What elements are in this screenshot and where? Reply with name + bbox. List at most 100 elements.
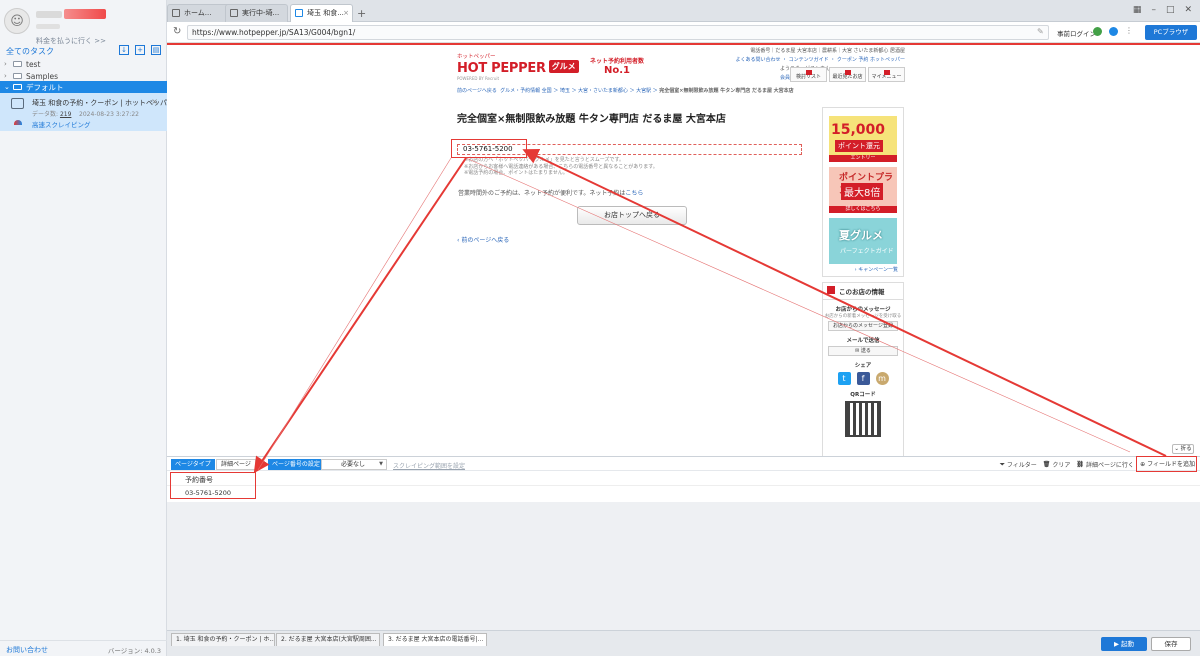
goto-detail-button[interactable]: ⛓ 詳細ページに行く <box>1076 460 1134 469</box>
table-cell[interactable]: 03-5761-5200 <box>185 489 231 497</box>
toolbar-actions: ⏷ フィルター 🗑 クリア ⛓ 詳細ページに行く <box>1000 460 1134 470</box>
page-title: 完全個室×無制限飲み放題 牛タン専門店 だるま屋 大宮本店 <box>457 114 726 125</box>
facebook-icon[interactable]: f <box>856 372 870 385</box>
step-tab-2[interactable]: 2. だるま屋 大宮本店(大宮駅周囲... <box>276 633 380 646</box>
new-task-icon[interactable]: + <box>135 45 145 55</box>
import-icon[interactable]: ↓ <box>119 45 129 55</box>
edit-icon[interactable]: ✎ <box>1037 27 1044 36</box>
status-dot-icon[interactable] <box>1109 27 1118 36</box>
task-meta: データ数: 219 2024-08-23 3:27:22 <box>32 109 139 118</box>
url-input[interactable]: https://www.hotpepper.jp/SA13/G004/bgn1/ <box>187 25 1049 40</box>
tab-home[interactable]: ホーム... <box>167 4 230 22</box>
tab-label: 埼玉 和食... <box>307 9 344 17</box>
scrape-range-link[interactable]: スクレイピング範囲を設定 <box>393 461 465 470</box>
tab-active[interactable]: 埼玉 和食... × <box>290 4 353 22</box>
shop-top-button[interactable]: お店トップへ戻る <box>577 206 687 225</box>
mixi-icon[interactable]: m <box>875 372 889 385</box>
ad-big: 夏グルメ <box>839 229 883 242</box>
qr-code <box>845 401 881 437</box>
ad-sub: 最大8倍 <box>841 183 884 200</box>
new-folder-icon[interactable]: ▤ <box>151 45 161 55</box>
tasks-header: 全てのタスク ↓ + ▤ <box>0 44 167 56</box>
nav-consider-list[interactable]: 検討リスト <box>790 67 827 82</box>
page-type-select[interactable]: 詳細ページ <box>216 459 256 470</box>
link-icon: ⛓ <box>1076 461 1084 468</box>
folder-icon <box>13 61 22 67</box>
campaign-link-label: キャンペーン一覧 <box>858 267 898 273</box>
clear-button[interactable]: 🗑 クリア <box>1043 460 1071 469</box>
reload-icon[interactable]: ↻ <box>173 26 181 37</box>
chevron-right-icon: › <box>4 72 7 80</box>
home-icon <box>172 9 180 17</box>
no1-badge: ネット予約利用者数 No.1 <box>590 56 644 76</box>
ad-banner-points[interactable]: 15,000 ポイント還元 エントリー <box>829 116 897 162</box>
mail-send-label: 送る <box>860 348 871 354</box>
net-reserve-link[interactable]: こちら <box>625 190 643 197</box>
ad-strip: 詳しくはこちら <box>829 206 897 213</box>
close-icon[interactable]: × <box>343 5 349 21</box>
nav-recent[interactable]: 最近見たお店 <box>829 67 866 82</box>
twitter-icon[interactable]: t <box>837 372 851 385</box>
all-tasks-label[interactable]: 全てのタスク <box>6 46 54 57</box>
tree-folder-default[interactable]: ⌄ デフォルト <box>0 81 167 93</box>
header-divider <box>167 485 1200 486</box>
minimize-icon[interactable]: – <box>1151 5 1156 15</box>
page-number-select[interactable]: 必要なし ▼ <box>321 459 387 470</box>
page-number-value: 必要なし <box>341 461 366 468</box>
avatar[interactable]: ☺ <box>4 8 30 34</box>
hotpepper-logo[interactable]: ホットペッパー HOT PEPPER グルメ POWERED BY Recruit <box>457 52 579 81</box>
username-blur <box>36 11 62 18</box>
phone-number[interactable]: 03-5761-5200 <box>457 144 802 155</box>
chevron-down-icon: ⌄ <box>4 83 10 91</box>
run-button[interactable]: ▶ 起動 <box>1101 637 1147 651</box>
hours-note: 営業時間外のご予約は、ネット予約が便利です。ネット予約はこちら <box>458 188 643 197</box>
back-link[interactable]: ‹ 前のページへ戻る <box>457 235 509 244</box>
step-tab-1[interactable]: 1. 埼玉 和食の予約・クーポン | ホ... <box>171 633 275 646</box>
header-links-2[interactable]: よくある問い合わせ ・ コンテンツガイド ・ クーポン 予約 ホットペッパー <box>725 56 905 65</box>
browser-tab-bar: ホーム... 実行中-埼... 埼玉 和食... × + ▦ – □ ✕ <box>167 0 1200 22</box>
breadcrumb-path[interactable]: グルメ・予約情報 全国 ＞ 埼玉 ＞ 大宮・さいたま新都心 ＞ 大宮駅 ＞ <box>500 88 658 94</box>
task-item[interactable]: 埼玉 和食の予約・クーポン | ホットペッパ... × データ数: 219 20… <box>0 93 174 131</box>
nav-my-menu[interactable]: マイメニュー <box>868 67 905 82</box>
qr-title: QRコード <box>850 392 876 398</box>
robot-icon <box>11 98 24 109</box>
filter-button[interactable]: ⏷ フィルター <box>1000 460 1037 470</box>
data-count[interactable]: 219 <box>60 111 71 118</box>
header-links-1[interactable]: 電話番号｜だるま屋 大宮本店｜農耕系｜大宮 さいたま新都心 居酒屋 <box>725 47 905 56</box>
task-status: 高速スクレイピング <box>32 121 91 129</box>
step-tab-3[interactable]: 3. だるま屋 大宮本店の電話番号|... <box>383 633 487 646</box>
tab-running[interactable]: 実行中-埼... <box>225 4 288 22</box>
share-title: シェア <box>854 363 872 369</box>
contact-link[interactable]: お問い合わせ <box>6 645 48 655</box>
ad-big: 15,000 <box>831 122 886 138</box>
brand-gourmet: グルメ <box>548 60 579 73</box>
sidebar-footer: お問い合わせ バージョン: 4.0.3 <box>0 640 167 656</box>
shop-info-panel: このお店の情報 お店からのメッセージ お店からの新着メッセージを受け取る お店か… <box>822 282 904 456</box>
phone-notes: ※お店の方へ「ホットペッパー グルメ」を見たと言うとスムーズです。 ※お店からお… <box>464 157 658 177</box>
column-header[interactable]: 予約番号 <box>185 475 213 485</box>
close-icon[interactable]: × <box>151 97 158 106</box>
ad-banner-multiplier[interactable]: ポイントプラスで 最大8倍 詳しくはこちら <box>829 167 897 213</box>
new-tab-button[interactable]: + <box>357 7 366 20</box>
pre-login-button[interactable]: 事前ログイン <box>1057 28 1096 38</box>
empty-area <box>167 502 1200 630</box>
breadcrumb-back[interactable]: 前のページへ戻る <box>457 88 497 94</box>
ad-banner-summer[interactable]: 夏グルメ パーフェクトガイド <box>829 218 897 264</box>
campaign-link[interactable]: › キャンペーン一覧 <box>826 266 900 273</box>
add-field-label: フィールドを追加 <box>1147 461 1195 468</box>
add-field-button[interactable]: ⊕ フィールドを追加 <box>1137 457 1197 472</box>
mail-send-button[interactable]: ✉ 送る <box>828 346 898 356</box>
more-icon[interactable]: ⋮ <box>1125 27 1134 36</box>
no1-text: ネット予約利用者数 <box>590 58 645 65</box>
tree-folder-test[interactable]: › test <box>0 58 167 70</box>
pc-browser-dropdown[interactable]: PCブラウザ <box>1145 25 1197 40</box>
status-dot-icon[interactable] <box>1093 27 1102 36</box>
close-window-icon[interactable]: ✕ <box>1184 5 1192 15</box>
save-button[interactable]: 保存 <box>1151 637 1191 651</box>
collapse-button[interactable]: ⌄ 折る <box>1172 444 1194 454</box>
message-register-button[interactable]: お店からのメッセージ登録 <box>828 321 898 331</box>
trash-icon: 🗑 <box>1042 461 1051 468</box>
maximize-icon[interactable]: □ <box>1166 5 1175 15</box>
grid-icon[interactable]: ▦ <box>1133 5 1142 15</box>
data-preview-table: 予約番号 03-5761-5200 <box>167 472 1200 502</box>
